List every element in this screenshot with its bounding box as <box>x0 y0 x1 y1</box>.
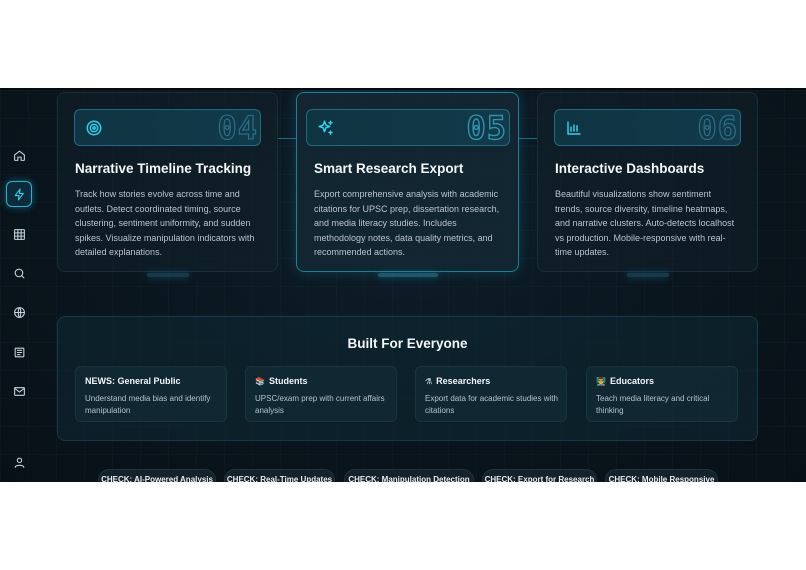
audience-title-text: Educators <box>609 376 654 386</box>
feature-title: Narrative Timeline Tracking <box>75 161 252 176</box>
sidebar-item-search[interactable] <box>6 260 32 286</box>
audience-title: 📚 Students <box>255 376 307 386</box>
check-chip-export: CHECK: Export for Research <box>482 469 597 482</box>
feature-description: Beautiful visualizations show sentiment … <box>555 189 735 257</box>
audience-title-text: Researchers <box>436 376 491 386</box>
sidebar <box>0 90 38 482</box>
books-icon: 📚 <box>255 376 265 386</box>
sidebar-item-globe[interactable] <box>6 299 32 325</box>
audience-card-public: NEWS: General Public Understand media bi… <box>75 366 227 422</box>
audience-text: Teach media literacy and critical thinki… <box>596 394 710 415</box>
feature-number: 04 <box>217 108 258 147</box>
check-chip-mobile: CHECK: Mobile Responsive <box>605 469 718 482</box>
feature-card-export: 05 Smart Research Export Export comprehe… <box>296 92 519 277</box>
bar-chart-icon <box>567 121 581 135</box>
sparkles-icon <box>318 120 333 135</box>
section-heading: Built For Everyone <box>347 336 468 351</box>
check-chip-realtime: CHECK: Real-Time Updates <box>224 469 335 482</box>
audience-title: 👨‍🏫 Educators <box>596 376 654 386</box>
audience-title: NEWS: General Public <box>85 376 181 386</box>
feature-icon-bar: 05 <box>306 108 510 148</box>
check-chip-manipulation: CHECK: Manipulation Detection <box>344 469 474 482</box>
feature-title: Smart Research Export <box>314 161 464 176</box>
grid-icon <box>13 228 25 240</box>
feature-description: Export comprehensive analysis with acade… <box>314 189 500 257</box>
feature-number: 05 <box>466 108 507 147</box>
card-glow <box>146 273 189 277</box>
flask-icon: ⚗ <box>425 376 433 386</box>
card-connector <box>519 138 537 139</box>
audience-text: Understand media bias and identify manip… <box>85 394 211 415</box>
feature-icon-bar: 04 <box>74 108 261 148</box>
built-for-everyone-section: Built For Everyone NEWS: General Public … <box>57 316 758 441</box>
feature-title: Interactive Dashboards <box>555 161 705 176</box>
newspaper-icon <box>14 347 24 357</box>
audience-card-researchers: ⚗ Researchers Export data for academic s… <box>415 366 567 422</box>
feature-number: 06 <box>697 108 738 147</box>
home-icon <box>13 150 25 161</box>
sidebar-item-grid[interactable] <box>6 221 32 247</box>
feature-card-dashboards: 06 Interactive Dashboards Beautiful visu… <box>537 92 758 277</box>
app-window: 04 Narrative Timeline Tracking Track how… <box>0 88 806 482</box>
search-icon <box>14 268 24 278</box>
mail-icon <box>13 386 25 396</box>
audience-title-text: Students <box>268 376 308 386</box>
teacher-icon: 👨‍🏫 <box>596 376 606 386</box>
audience-title-text: NEWS: General Public <box>85 376 181 386</box>
feature-icon-bar: 06 <box>554 108 741 148</box>
sidebar-item-news[interactable] <box>6 339 32 365</box>
audience-text: Export data for academic studies with ci… <box>425 394 558 415</box>
sidebar-item-features[interactable] <box>6 181 32 207</box>
card-connector <box>278 138 296 139</box>
audience-title: ⚗ Researchers <box>425 376 490 386</box>
target-icon <box>86 120 102 136</box>
feature-description: Track how stories evolve across time and… <box>75 189 255 257</box>
card-glow <box>377 273 438 277</box>
sidebar-item-mail[interactable] <box>6 378 32 404</box>
feature-card-timeline: 04 Narrative Timeline Tracking Track how… <box>57 92 278 277</box>
bolt-icon <box>14 188 24 200</box>
globe-icon <box>13 306 25 318</box>
audience-card-students: 📚 Students UPSC/exam prep with current a… <box>245 366 397 422</box>
sidebar-item-home[interactable] <box>6 142 32 168</box>
card-glow <box>626 273 669 277</box>
check-chip-ai: CHECK: AI-Powered Analysis <box>98 469 216 482</box>
audience-card-educators: 👨‍🏫 Educators Teach media literacy and c… <box>586 366 738 422</box>
audience-text: UPSC/exam prep with current affairs anal… <box>255 394 385 415</box>
user-icon <box>14 457 24 468</box>
sidebar-item-profile[interactable] <box>6 449 32 475</box>
